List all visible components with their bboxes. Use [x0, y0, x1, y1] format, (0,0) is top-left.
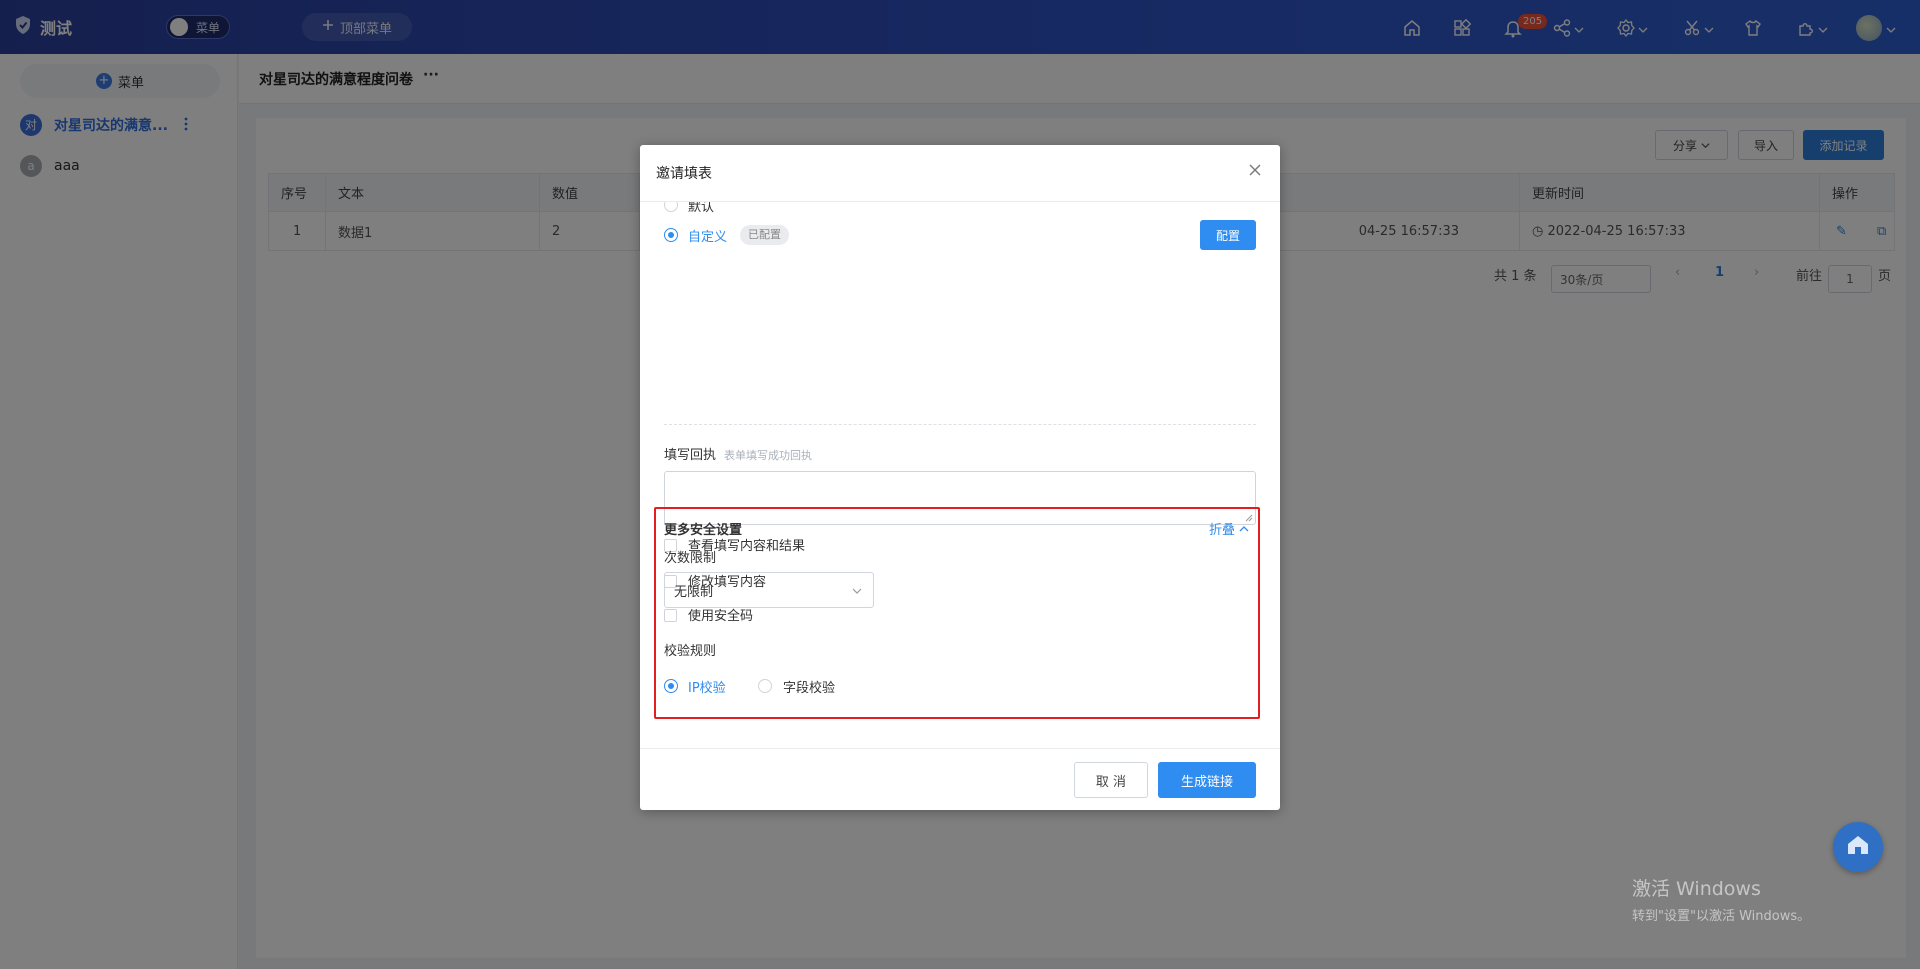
watermark-line1: 激活 Windows	[1632, 878, 1761, 900]
chevron-down-icon	[852, 588, 862, 594]
more-security-title: 更多安全设置	[664, 523, 743, 538]
watermark-line2: 转到"设置"以激活 Windows。	[1632, 909, 1811, 924]
radio-custom[interactable]	[664, 228, 678, 242]
cancel-label: 取 消	[1095, 774, 1127, 790]
radio-default[interactable]	[664, 202, 678, 212]
cancel-button[interactable]: 取 消	[1074, 762, 1148, 798]
radio-ip-validation-label: IP校验	[688, 681, 726, 696]
windows-activation-watermark: 激活 Windows 转到"设置"以激活 Windows。	[1632, 874, 1810, 924]
collapse-label: 折叠	[1209, 523, 1236, 538]
receipt-hint: 表单填写成功回执	[724, 449, 813, 462]
receipt-label: 填写回执	[664, 448, 717, 463]
validation-label: 校验规则	[664, 644, 717, 659]
collapse-link[interactable]: 折叠	[1209, 519, 1249, 538]
chevron-up-icon	[1239, 526, 1249, 532]
dialog-title: 邀请填表	[656, 166, 712, 182]
home-icon	[1845, 833, 1871, 861]
radio-default-label: 默认	[688, 202, 715, 215]
floating-home-button[interactable]	[1833, 822, 1883, 872]
more-security-settings-section	[654, 507, 1260, 719]
radio-field-validation[interactable]	[758, 679, 772, 693]
radio-field-validation-label: 字段校验	[783, 681, 836, 696]
radio-ip-validation[interactable]	[664, 679, 678, 693]
divider	[664, 424, 1256, 425]
close-icon[interactable]	[1248, 163, 1264, 179]
configure-button[interactable]: 配置	[1200, 220, 1256, 250]
generate-link-label: 生成链接	[1180, 774, 1233, 790]
configure-label: 配置	[1215, 228, 1240, 243]
generate-link-button[interactable]: 生成链接	[1158, 762, 1256, 798]
invite-fill-dialog: 邀请填表 默认 自定义 已配置 配置 填写回执 表单填写成功回执 查看填写内容和结…	[640, 145, 1280, 810]
limit-select[interactable]: 无限制	[664, 572, 874, 608]
divider	[640, 748, 1280, 749]
limit-select-value: 无限制	[674, 584, 714, 600]
receipt-field: 填写回执 表单填写成功回执	[664, 444, 812, 463]
radio-custom-label: 自定义	[688, 230, 728, 245]
limit-label: 次数限制	[664, 551, 717, 566]
configured-tag: 已配置	[740, 225, 789, 245]
